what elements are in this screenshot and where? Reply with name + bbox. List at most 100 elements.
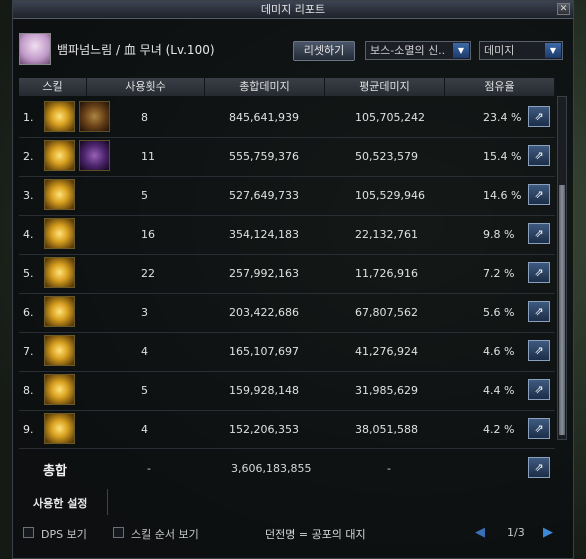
row-avg: 105,705,242: [355, 111, 425, 124]
skill-icon: [44, 218, 75, 249]
scrollbar-thumb[interactable]: [559, 185, 565, 435]
window-titlebar[interactable]: 데미지 리포트 ✕: [13, 1, 573, 19]
row-rank: 1.: [23, 111, 34, 124]
used-settings-tab[interactable]: 사용한 설정: [19, 489, 108, 515]
table-row: 4. 16 354,124,183 22,132,761 9.8 % ⇗: [19, 215, 555, 254]
skill-icon: [44, 179, 75, 210]
skill-icon: [44, 296, 75, 327]
share-icon: ⇗: [534, 188, 544, 201]
used-settings-label: 사용한 설정: [33, 497, 88, 510]
total-avg: -: [387, 462, 391, 475]
row-share: 4.2 %: [483, 423, 515, 436]
dps-checkbox[interactable]: [23, 527, 34, 538]
row-total: 152,206,353: [229, 423, 299, 436]
share-icon: ⇗: [534, 227, 544, 240]
share-button[interactable]: ⇗: [528, 301, 550, 322]
skill-order-checkbox[interactable]: [113, 527, 124, 538]
column-header-skill: 스킬: [19, 78, 87, 96]
window-title: 데미지 리포트: [260, 3, 326, 16]
share-button[interactable]: ⇗: [528, 106, 550, 127]
table-row: 5. 22 257,992,163 11,726,916 7.2 % ⇗: [19, 254, 555, 293]
share-button[interactable]: ⇗: [528, 457, 550, 478]
boss-select[interactable]: 보스-소멸의 신.. ▼: [365, 41, 471, 60]
share-button[interactable]: ⇗: [528, 262, 550, 283]
skill-icon: [79, 101, 110, 132]
row-count: 4: [141, 423, 148, 436]
share-button[interactable]: ⇗: [528, 379, 550, 400]
row-share: 4.6 %: [483, 345, 515, 358]
total-row: 총합 - 3,606,183,855 - ⇗: [19, 451, 555, 485]
skill-icon: [44, 335, 75, 366]
skill-icon: [44, 101, 75, 132]
share-icon: ⇗: [534, 461, 544, 474]
row-avg: 67,807,562: [355, 306, 418, 319]
total-count: -: [147, 462, 151, 475]
row-total: 354,124,183: [229, 228, 299, 241]
row-count: 4: [141, 345, 148, 358]
reset-button[interactable]: 리셋하기: [293, 41, 355, 61]
skill-icon: [44, 374, 75, 405]
row-share: 23.4 %: [483, 111, 522, 124]
share-icon: ⇗: [534, 305, 544, 318]
character-name: 뱀파넘느림 / 血 무녀 (Lv.100): [57, 43, 215, 57]
row-total: 165,107,697: [229, 345, 299, 358]
character-avatar: [19, 33, 51, 65]
share-icon: ⇗: [534, 266, 544, 279]
row-share: 7.2 %: [483, 267, 515, 280]
column-header-avg: 평균데미지: [325, 78, 445, 96]
row-share: 9.8 %: [483, 228, 515, 241]
row-share: 5.6 %: [483, 306, 515, 319]
table-scrollbar[interactable]: [557, 96, 567, 440]
row-total: 555,759,376: [229, 150, 299, 163]
table-row: 8. 5 159,928,148 31,985,629 4.4 % ⇗: [19, 371, 555, 410]
total-label: 총합: [43, 464, 67, 479]
row-avg: 105,529,946: [355, 189, 425, 202]
share-button[interactable]: ⇗: [528, 184, 550, 205]
next-arrow-icon[interactable]: ▶: [543, 525, 553, 540]
metric-select-value: 데미지: [484, 44, 515, 57]
row-total: 527,649,733: [229, 189, 299, 202]
row-count: 11: [141, 150, 155, 163]
row-avg: 31,985,629: [355, 384, 418, 397]
window-footer: DPS 보기 스킬 순서 보기 던전명 = 공포의 대지 ◀ 1/3 ▶: [13, 521, 573, 549]
column-header-share: 점유율: [445, 78, 555, 96]
metric-select[interactable]: 데미지 ▼: [479, 41, 563, 60]
skill-order-checkbox-label: 스킬 순서 보기: [131, 528, 199, 541]
row-avg: 41,276,924: [355, 345, 418, 358]
row-rank: 9.: [23, 423, 34, 436]
skill-damage-table: 스킬 사용횟수 총합데미지 평균데미지 점유율 1. 8 845,641,939…: [19, 78, 555, 448]
row-avg: 11,726,916: [355, 267, 418, 280]
row-rank: 5.: [23, 267, 34, 280]
share-icon: ⇗: [534, 344, 544, 357]
row-count: 5: [141, 189, 148, 202]
row-avg: 22,132,761: [355, 228, 418, 241]
table-row: 7. 4 165,107,697 41,276,924 4.6 % ⇗: [19, 332, 555, 371]
share-icon: ⇗: [534, 422, 544, 435]
row-total: 203,422,686: [229, 306, 299, 319]
share-button[interactable]: ⇗: [528, 145, 550, 166]
share-button[interactable]: ⇗: [528, 418, 550, 439]
prev-arrow-icon[interactable]: ◀: [475, 525, 485, 540]
row-share: 15.4 %: [483, 150, 522, 163]
row-avg: 38,051,588: [355, 423, 418, 436]
skill-icon: [44, 140, 75, 171]
row-share: 4.4 %: [483, 384, 515, 397]
share-button[interactable]: ⇗: [528, 223, 550, 244]
table-row: 9. 4 152,206,353 38,051,588 4.2 % ⇗: [19, 410, 555, 449]
row-count: 3: [141, 306, 148, 319]
row-avg: 50,523,579: [355, 150, 418, 163]
chevron-down-icon[interactable]: ▼: [545, 43, 561, 58]
table-row: 1. 8 845,641,939 105,705,242 23.4 % ⇗: [19, 98, 555, 137]
share-button[interactable]: ⇗: [528, 340, 550, 361]
row-total: 845,641,939: [229, 111, 299, 124]
row-count: 8: [141, 111, 148, 124]
row-rank: 7.: [23, 345, 34, 358]
skill-icon: [44, 413, 75, 444]
close-button[interactable]: ✕: [557, 3, 570, 15]
share-icon: ⇗: [534, 149, 544, 162]
row-count: 16: [141, 228, 155, 241]
row-total: 257,992,163: [229, 267, 299, 280]
row-count: 5: [141, 384, 148, 397]
row-rank: 3.: [23, 189, 34, 202]
chevron-down-icon[interactable]: ▼: [453, 43, 469, 58]
